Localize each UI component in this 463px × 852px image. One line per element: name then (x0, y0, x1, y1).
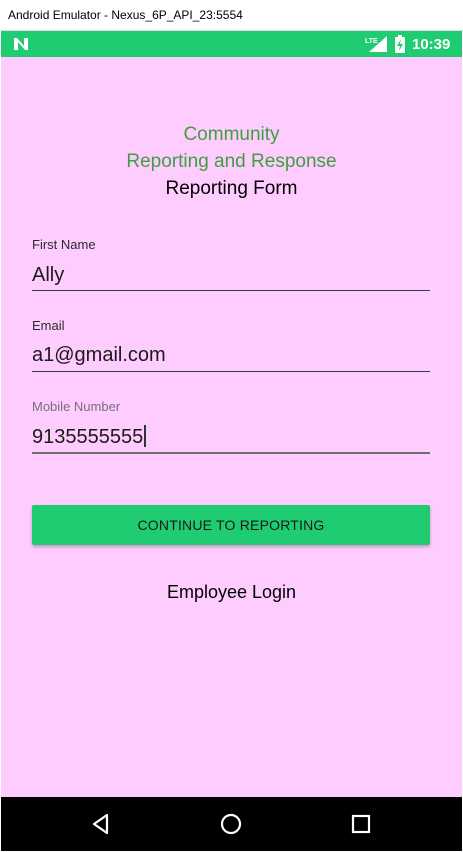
continue-to-reporting-button[interactable]: CONTINUE TO REPORTING (32, 505, 430, 545)
notification-n-icon (14, 38, 28, 50)
mobile-number-input[interactable]: 9135555555 (32, 425, 147, 449)
first-name-input[interactable]: Ally (32, 264, 64, 287)
email-input[interactable]: a1@gmail.com (32, 344, 166, 367)
window-title: Android Emulator - Nexus_6P_API_23:5554 (8, 8, 243, 22)
app-screen: Community Reporting and Response Reporti… (1, 57, 462, 797)
status-bar: LTE 10:39 (1, 31, 462, 57)
navigation-bar (1, 797, 462, 851)
mobile-number-underline (32, 452, 430, 454)
header-line-community: Community (183, 124, 280, 145)
svg-text:LTE: LTE (365, 38, 378, 45)
home-icon[interactable] (219, 812, 243, 836)
employee-login-link[interactable]: Employee Login (1, 582, 462, 603)
email-label: Email (32, 318, 65, 333)
text-cursor (144, 425, 147, 447)
first-name-label: First Name (32, 237, 96, 252)
recents-icon[interactable] (349, 812, 373, 836)
window-titlebar: Android Emulator - Nexus_6P_API_23:5554 (0, 0, 463, 31)
lte-signal-icon: LTE (365, 36, 387, 52)
page-title: Reporting Form (165, 178, 298, 199)
header-line-reporting-response: Reporting and Response (126, 151, 337, 172)
mobile-number-label: Mobile Number (32, 399, 121, 414)
status-time: 10:39 (412, 36, 451, 53)
battery-charging-icon (395, 35, 405, 53)
mobile-number-value: 9135555555 (32, 426, 144, 448)
email-underline (32, 371, 430, 372)
back-icon[interactable] (89, 812, 113, 836)
first-name-underline (32, 290, 430, 291)
